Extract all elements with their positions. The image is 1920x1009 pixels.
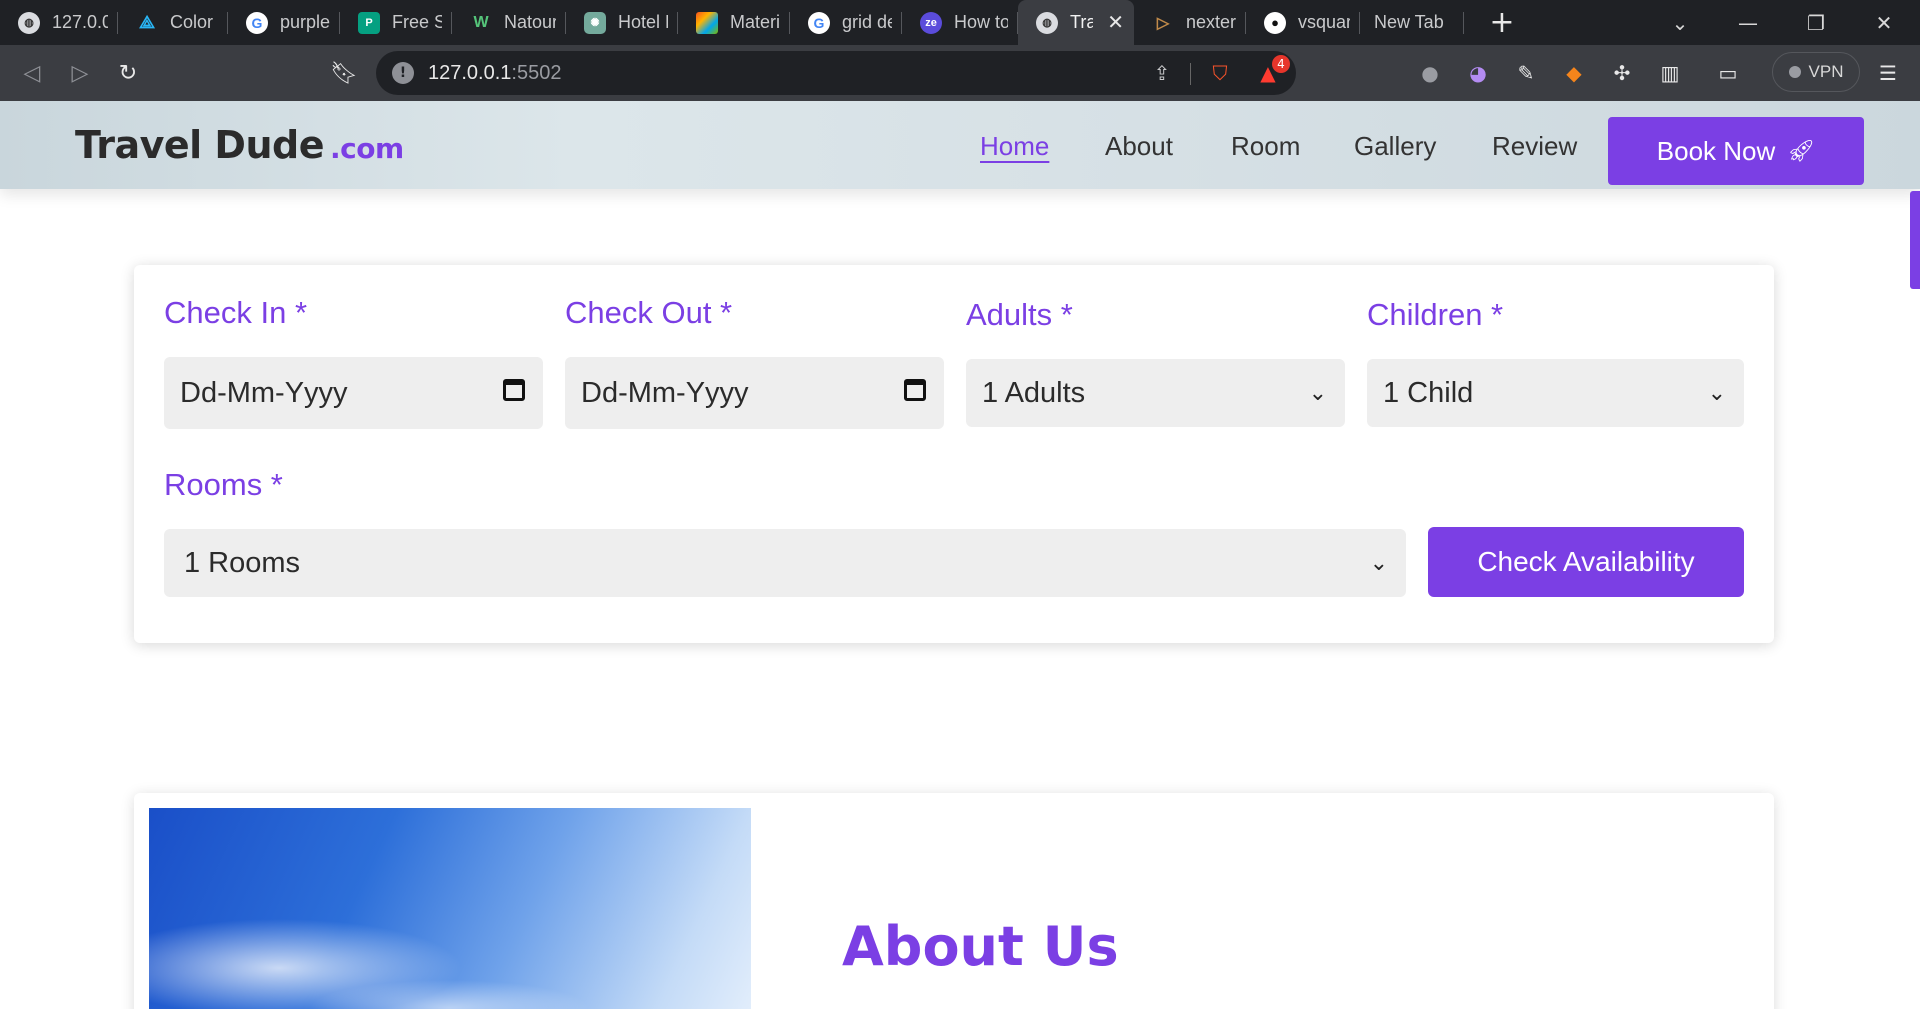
scroll-indicator[interactable] [1910,191,1920,289]
vpn-label: VPN [1808,62,1844,81]
children-label: Children * [1367,297,1504,332]
chevron-down-icon: ⌄ [1308,380,1327,405]
nav-about[interactable]: About [1105,131,1173,162]
natours-icon: W [473,13,489,31]
rooms-value: 1 Rooms [184,546,301,579]
adults-label: Adults * [966,297,1073,332]
check-in-label: Check In * [164,295,308,330]
extension-palette-icon[interactable]: ◕ [1462,57,1494,89]
forward-icon[interactable]: ▷ [60,53,100,93]
close-tab-icon[interactable]: ✕ [1107,10,1124,35]
site-info-icon[interactable]: ! [392,62,414,84]
browser-toolbar: ◁ ▷ ↻ 🔖︎ ! 127.0.0.1:5502 ⇪ ⛉ ▲ 4 ● ◕ ✎ … [0,45,1920,101]
browser-tab[interactable]: ze How to [902,0,1018,45]
globe-icon: ◍ [1036,11,1058,34]
book-now-button[interactable]: Book Now 🚀︎ [1608,117,1864,185]
material-icon [696,11,718,34]
about-section: About Us [134,793,1774,1009]
menu-hamburger-icon[interactable]: ☰ [1872,57,1904,89]
rooms-label: Rooms * [164,467,283,502]
logo-suffix: .com [330,132,404,165]
browser-tab[interactable]: P Free Sto [340,0,452,45]
chevron-down-icon: ⌄ [1369,550,1388,575]
bookmark-icon[interactable]: 🔖︎ [324,53,364,93]
nav-gallery[interactable]: Gallery [1354,131,1436,162]
extension-mouse-icon[interactable]: ● [1414,57,1446,89]
url-text: 127.0.0.1:5502 [428,62,561,85]
url-port: :5502 [511,62,562,84]
browser-tab[interactable]: W Natours [452,0,566,45]
url-host: 127.0.0.1 [428,62,512,84]
rooms-select[interactable]: 1 Rooms ⌄ [164,529,1406,597]
tab-search-chevron-icon[interactable]: ⌄ [1650,0,1710,45]
browser-tab[interactable]: ✺ Hotel Bo [566,0,678,45]
adults-select[interactable]: 1 Adults ⌄ [966,359,1345,427]
check-out-input[interactable]: Dd-Mm-Yyyy [565,357,944,429]
calendar-icon[interactable] [503,379,525,407]
color-picker-icon[interactable]: ✎ [1510,57,1542,89]
google-icon: G [808,11,830,34]
check-in-input[interactable]: Dd-Mm-Yyyy [164,357,543,429]
nav-review[interactable]: Review [1492,131,1577,162]
extensions-puzzle-icon[interactable]: ✣ [1606,57,1638,89]
check-out-value: Dd-Mm-Yyyy [581,376,749,409]
vpn-button[interactable]: VPN [1772,52,1860,92]
vpn-status-icon [1788,66,1801,78]
adults-value: 1 Adults [982,376,1086,409]
play-icon: ▷ [1156,14,1170,32]
pexels-icon: P [358,11,380,34]
github-icon: ● [1264,11,1286,34]
check-out-label: Check Out * [565,295,733,330]
children-select[interactable]: 1 Child ⌄ [1367,359,1744,427]
browser-tab[interactable]: ◍ 127.0.0. [0,0,118,45]
google-icon: G [246,11,268,34]
back-icon[interactable]: ◁ [12,53,52,93]
rewards-badge: 4 [1272,55,1290,73]
site-logo[interactable]: Travel Dude .com [75,123,404,167]
calendar-icon[interactable] [904,379,926,407]
globe-icon: ◍ [18,11,40,34]
check-availability-button[interactable]: Check Availability [1428,527,1744,597]
nav-room[interactable]: Room [1231,131,1300,162]
about-title: About Us [842,915,1119,978]
browser-tab[interactable]: ● vsquare [1246,0,1360,45]
sidebar-icon[interactable]: ▥ [1654,57,1686,89]
metamask-icon[interactable]: ◆ [1558,57,1590,89]
new-tab-plus-icon[interactable]: + [1484,5,1520,40]
rocket-icon: 🚀︎ [1787,138,1816,163]
divider [1190,63,1191,85]
wallet-icon[interactable]: ▭ [1712,57,1744,89]
address-bar[interactable]: ! 127.0.0.1:5502 ⇪ ⛉ ▲ 4 [376,51,1296,95]
browser-tab[interactable]: G purple v [228,0,340,45]
sky-image [149,808,751,1009]
colorshades-icon: ⟁ [138,12,156,32]
check-in-value: Dd-Mm-Yyyy [180,376,348,409]
browser-tab[interactable]: ▷ nexter - [1134,0,1246,45]
browser-tab[interactable]: Materia [678,0,790,45]
nav-home[interactable]: Home [980,131,1049,162]
brave-shields-icon[interactable]: ⛉ [1204,57,1236,89]
chatgpt-icon: ✺ [584,11,606,34]
restore-icon[interactable]: ❐ [1786,0,1846,45]
logo-text: Travel Dude [75,123,325,167]
site-header: Travel Dude .com Home About Room Gallery … [0,101,1920,189]
close-window-icon[interactable]: ✕ [1854,0,1914,45]
booking-form: Check In * Dd-Mm-Yyyy Check Out * Dd-Mm-… [134,265,1774,643]
chevron-down-icon: ⌄ [1707,380,1726,405]
browser-tab-strip: ◍ 127.0.0. ⟁ Color Sh G purple v P Free … [0,0,1920,45]
children-value: 1 Child [1383,376,1474,409]
share-icon[interactable]: ⇪ [1146,57,1178,89]
reload-icon[interactable]: ↻ [108,53,148,93]
browser-tab[interactable]: New Tab [1360,0,1464,45]
browser-tab-active[interactable]: ◍ Tra ✕ [1018,0,1134,45]
browser-tab[interactable]: G grid des [790,0,902,45]
browser-tab[interactable]: ⟁ Color Sh [118,0,228,45]
minimize-icon[interactable]: — [1718,0,1778,45]
book-now-label: Book Now [1656,135,1776,166]
page-viewport: Travel Dude .com Home About Room Gallery … [0,101,1920,1009]
ze-icon: ze [920,11,942,34]
